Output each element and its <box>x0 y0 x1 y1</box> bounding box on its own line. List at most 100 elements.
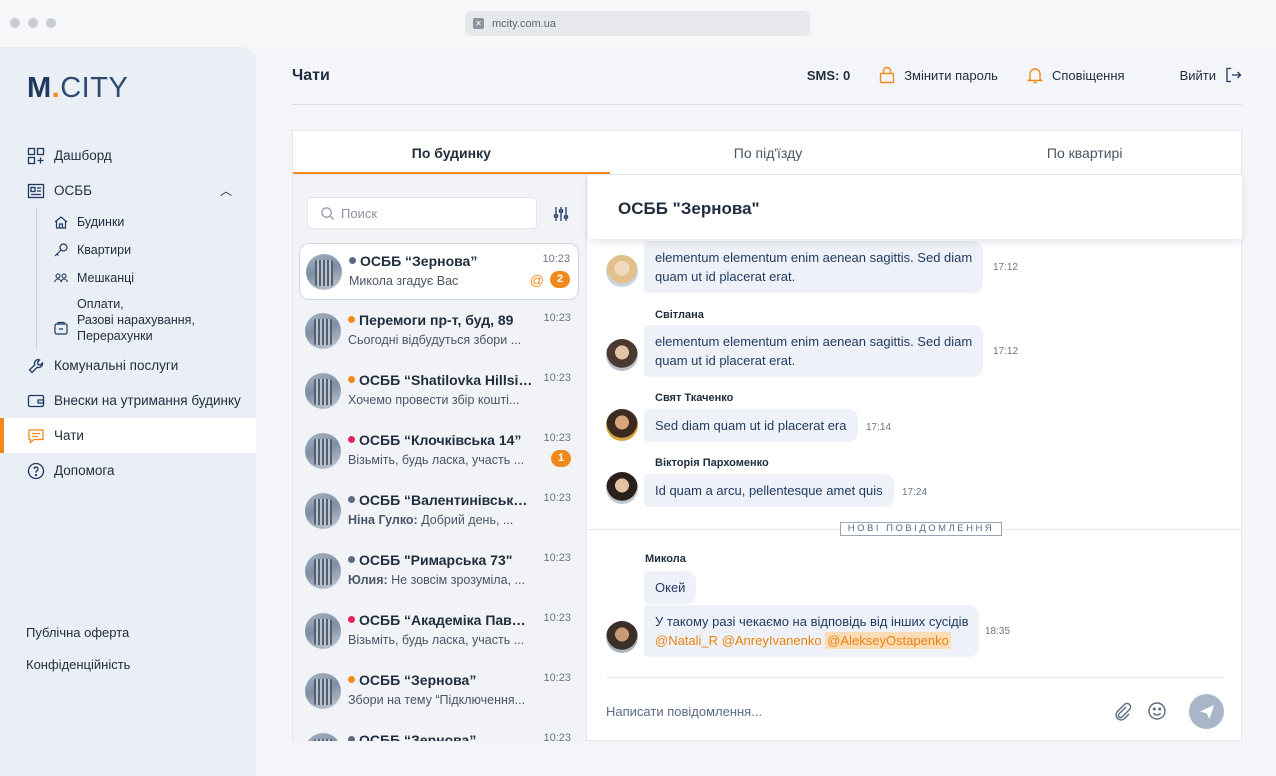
chat-time: 10:23 <box>543 432 571 444</box>
sidebar-footer: Публічна оферта Конфіденційність <box>26 622 130 686</box>
sidebar-subitem-buildings[interactable]: Будинки <box>53 208 256 236</box>
change-password-label: Змінити пароль <box>904 67 998 83</box>
status-dot <box>348 676 355 683</box>
emoji-icon[interactable] <box>1147 701 1167 721</box>
building-avatar <box>305 673 341 709</box>
sidebar-item-chats[interactable]: Чати <box>0 418 256 453</box>
chat-list-item[interactable]: ОСББ “Зернова” 10:23 <box>299 723 579 741</box>
sidebar-subitem-label: Мешканці <box>77 271 135 285</box>
chat-panel: По будинку По під'їзду По квартирі Поиск… <box>292 130 1243 741</box>
chat-name: ОСББ “Валентинівська 1” <box>348 492 534 508</box>
tab-by-entrance[interactable]: По під'їзду <box>610 131 927 174</box>
privacy-link[interactable]: Конфіденційність <box>26 654 130 686</box>
address-bar[interactable]: ✕ mcity.com.ua <box>465 11 810 36</box>
window-dot[interactable] <box>28 18 38 28</box>
sidebar-subitem-residents[interactable]: Мешканці <box>53 264 256 292</box>
status-dot <box>348 376 355 383</box>
sidebar-subitem-apartments[interactable]: Квартири <box>53 236 256 264</box>
search-input[interactable]: Поиск <box>307 197 537 229</box>
chat-list-item[interactable]: ОСББ “Зернова” Збори на тему “Підключенн… <box>299 663 579 723</box>
chat-name: Перемоги пр-т, буд, 89 <box>348 312 534 328</box>
conversation-header: ОСББ "Зернова" <box>588 175 1242 239</box>
sidebar-item-label: Комунальні послуги <box>54 358 179 373</box>
chat-list-item[interactable]: ОСББ “Зернова” Микола згадує Вас 10:23 @… <box>299 243 579 300</box>
building-avatar <box>305 733 341 741</box>
chat-list-item[interactable]: ОСББ “Академіка Павлова” Візьміть, будь … <box>299 603 579 663</box>
wallet-icon <box>27 394 45 407</box>
help-icon <box>27 462 45 479</box>
chat-preview: Хочемо провести збір кошті... <box>348 393 520 407</box>
wrench-icon <box>28 358 44 373</box>
chat-preview: Збори на тему “Підключення... <box>348 693 526 707</box>
status-dot <box>349 257 356 264</box>
logo[interactable]: M.CITY <box>27 72 128 105</box>
sidebar-item-label: Допомога <box>54 463 115 478</box>
chat-name: ОСББ “Клочківська 14” <box>348 432 534 448</box>
chat-name: ОСББ “Зернова” <box>349 253 535 269</box>
chat-list-item[interactable]: Перемоги пр-т, буд, 89 Сьогодні відбудут… <box>299 303 579 363</box>
public-offer-link[interactable]: Публічна оферта <box>26 622 130 654</box>
avatar[interactable] <box>606 255 638 287</box>
change-password-button[interactable]: Змінити пароль <box>878 66 998 84</box>
building-avatar <box>305 373 341 409</box>
top-actions: SMS: 0 Змінити пароль Сповіщення Вийти <box>807 66 1242 84</box>
sidebar-subitem-label: Оплати, Разові нарахування, Перерахунки <box>77 297 195 343</box>
message-input[interactable]: Написати повідомлення... <box>606 704 762 719</box>
chat-preview: Микола згадує Вас <box>349 274 459 288</box>
send-button[interactable] <box>1189 694 1224 729</box>
avatar[interactable] <box>606 472 638 504</box>
chat-time: 10:23 <box>543 372 571 384</box>
status-dot <box>348 736 355 741</box>
mention-link[interactable]: @Natali_R <box>655 633 718 648</box>
message-composer: Написати повідомлення... <box>606 677 1224 741</box>
message-author: Микола <box>645 553 686 565</box>
chat-icon <box>28 428 44 444</box>
attach-icon[interactable] <box>1112 701 1132 721</box>
sidebar-subitem-label: Квартири <box>77 243 132 257</box>
chevron-up-icon[interactable]: ︿ <box>220 182 232 199</box>
chat-list-item[interactable]: ОСББ "Римарська 73" Юлия: Не зовсім зроз… <box>299 543 579 603</box>
message-time: 17:12 <box>993 346 1019 357</box>
tab-by-apartment[interactable]: По квартирі <box>926 131 1243 174</box>
chat-name: ОСББ “Shatilovka Hillside” <box>348 372 534 388</box>
message-list: elementum elementum enim aenean sagittis… <box>588 239 1242 677</box>
message: Sed diam quam ut id placerat era <box>644 409 858 442</box>
chat-list-item[interactable]: ОСББ “Shatilovka Hillside” Хочемо провес… <box>299 363 579 423</box>
sidebar-item-contributions[interactable]: Внески на утримання будинку <box>0 383 256 418</box>
avatar[interactable] <box>606 409 638 441</box>
building-avatar <box>305 613 341 649</box>
sidebar-item-help[interactable]: Допомога <box>0 453 256 488</box>
chat-time: 10:23 <box>542 253 570 265</box>
message-time: 17:14 <box>866 422 892 433</box>
send-icon <box>1199 704 1214 719</box>
notifications-button[interactable]: Сповіщення <box>1026 66 1125 84</box>
chat-name: ОСББ “Академіка Павлова” <box>348 612 534 628</box>
avatar[interactable] <box>606 621 638 653</box>
message: Id quam a arcu, pellentesque amet quis <box>644 474 894 507</box>
avatar[interactable] <box>606 339 638 371</box>
chat-list-column: Поиск ОСББ “Зернова” Микола згадує Вас 1… <box>293 175 587 741</box>
sidebar-item-osbb[interactable]: ОСББ ︿ <box>0 173 256 208</box>
filter-icon[interactable] <box>552 205 570 223</box>
mention-link[interactable]: @AlekseyOstapenko <box>825 632 951 649</box>
lock-icon <box>879 66 895 84</box>
message-bubble: Sed diam quam ut id placerat era <box>644 409 858 442</box>
logout-button[interactable]: Вийти <box>1180 66 1242 84</box>
window-dot[interactable] <box>10 18 20 28</box>
search-placeholder: Поиск <box>341 205 378 221</box>
logout-label: Вийти <box>1179 67 1216 83</box>
mention-link[interactable]: @AnreyIvanenko <box>722 633 822 648</box>
chat-preview: Візьміть, будь ласка, участь ... <box>348 633 525 647</box>
sidebar-subitem-payments[interactable]: Оплати, Разові нарахування, Перерахунки <box>53 292 256 348</box>
chat-list-item[interactable]: ОСББ “Клочківська 14” Візьміть, будь лас… <box>299 423 579 483</box>
sidebar-item-utilities[interactable]: Комунальні послуги <box>0 348 256 383</box>
browser-bar: ✕ mcity.com.ua <box>0 0 1276 47</box>
tab-by-building[interactable]: По будинку <box>293 131 610 174</box>
unread-badge: 1 <box>551 450 571 467</box>
osbb-subnav: Будинки Квартири Мешканці Оплати, Разові … <box>36 208 256 348</box>
chat-list-item[interactable]: ОСББ “Валентинівська 1” Ніна Гулко: Добр… <box>299 483 579 543</box>
chat-preview: Візьміть, будь ласка, участь ... <box>348 453 525 467</box>
window-dot[interactable] <box>46 18 56 28</box>
sidebar-item-dashboard[interactable]: Дашборд <box>0 138 256 173</box>
site-icon: ✕ <box>473 18 484 29</box>
